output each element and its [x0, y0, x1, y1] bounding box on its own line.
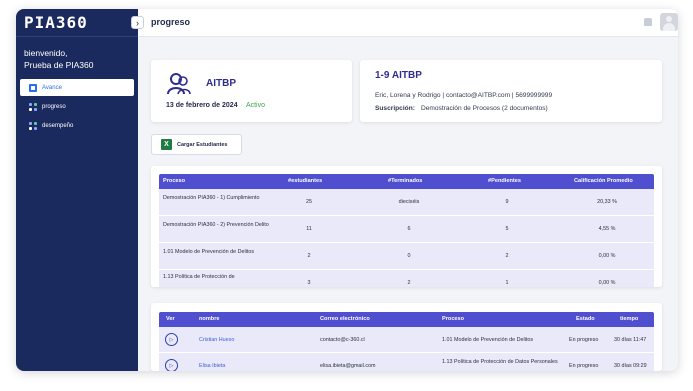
student-time: 30 días 09:29: [614, 363, 647, 369]
grid-icon: [29, 102, 37, 111]
sidebar-toggle-button[interactable]: ›: [131, 16, 144, 29]
sidebar-item-desempeno[interactable]: desempeño: [20, 117, 134, 134]
view-icon[interactable]: ▷: [165, 359, 178, 371]
column-header-estudiantes[interactable]: #estudiantes: [288, 174, 322, 189]
table-row[interactable]: Demostración PIA360 - 2) Prevención Deli…: [159, 216, 654, 243]
view-icon[interactable]: ▷: [165, 333, 178, 346]
column-header-ver[interactable]: Ver: [166, 312, 175, 327]
avatar[interactable]: [660, 13, 678, 31]
app-logo[interactable]: PIA360: [16, 9, 138, 37]
column-header-pendientes[interactable]: #Pendientes: [488, 174, 521, 189]
students-table: Ver nombre Correo electrónico Proceso Es…: [151, 303, 662, 371]
app-window: PIA360 bienvenido, Prueba de PIA360 Avan…: [16, 9, 678, 371]
student-email: contacto@c-360.cl: [320, 337, 365, 343]
grid-icon: [29, 121, 37, 130]
status-badge: Activo: [245, 102, 265, 109]
separator: ·: [240, 102, 243, 109]
sidebar-item-progreso[interactable]: progreso: [20, 98, 134, 115]
organization-meta: 13 de febrero de 2024 · Activo: [166, 102, 265, 109]
students-count: 11: [306, 226, 312, 232]
subscription-title: 1-9 AITBP: [375, 70, 422, 81]
student-status: En progreso: [569, 363, 599, 369]
subscription-value: Demostración de Procesos (2 documentos): [420, 105, 548, 112]
table-row[interactable]: 1.13 Política de Protección de 3 2 1 0,0…: [159, 270, 654, 287]
table-header: Proceso #estudiantes #Terminados #Pendie…: [159, 174, 654, 189]
table-row[interactable]: 1.01 Modelo de Prevención de Delitos 2 0…: [159, 243, 654, 270]
upload-students-label: Cargar Estudiantes: [177, 141, 228, 148]
student-time: 30 días 11:47: [614, 337, 647, 343]
sidebar-item-label: progreso: [42, 103, 66, 110]
sidebar-item-label: desempeño: [42, 122, 74, 129]
student-process: 1.13 Política de Protección de Datos Per…: [442, 359, 558, 365]
sidebar: PIA360 bienvenido, Prueba de PIA360 Avan…: [16, 9, 138, 371]
student-name-link[interactable]: Cristian Hueso: [199, 336, 234, 344]
column-header-proceso[interactable]: Proceso: [163, 174, 185, 189]
table-body: Demostración PIA360 - 1) Cumplimiento 25…: [159, 189, 654, 287]
column-header-calificacion[interactable]: Calificación Promedio: [574, 174, 633, 189]
average-grade: 20,33 %: [597, 199, 617, 205]
process-table: Proceso #estudiantes #Terminados #Pendie…: [151, 166, 662, 287]
organization-name: AITBP: [206, 78, 236, 89]
sidebar-item-label: Avance: [42, 84, 62, 91]
table-header: Ver nombre Correo electrónico Proceso Es…: [159, 312, 654, 327]
chart-icon: [29, 83, 37, 92]
excel-icon: X: [161, 139, 172, 150]
column-header-proceso[interactable]: Proceso: [442, 312, 464, 327]
process-name: Demostración PIA360 - 1) Cumplimiento: [163, 195, 260, 201]
organization-logo-icon: [167, 73, 191, 95]
student-name-link[interactable]: Elisa Ibieta: [199, 362, 225, 370]
user-name: Prueba de PIA360: [24, 60, 94, 70]
finished-count: 0: [407, 253, 411, 259]
finished-count: 6: [407, 226, 411, 232]
column-header-terminados[interactable]: #Terminados: [388, 174, 422, 189]
finished-count: 2: [407, 280, 411, 286]
welcome-message: bienvenido, Prueba de PIA360: [16, 37, 138, 71]
student-process: 1.01 Modelo de Prevención de Delitos: [442, 337, 534, 343]
notification-icon[interactable]: [644, 18, 652, 26]
subscription-card: 1-9 AITBP Eric, Lorena y Rodrigo | conta…: [360, 60, 662, 122]
contact-line: Eric, Lorena y Rodrigo | contacto@AITBP.…: [375, 92, 553, 99]
subscription-label: Suscripción:: [375, 105, 415, 112]
students-count: 25: [306, 199, 312, 205]
student-email: elisa.ibieta@gmail.com: [320, 363, 376, 369]
table-row: ▷ Cristian Hueso contacto@c-360.cl 1.01 …: [159, 327, 654, 353]
finished-count: dieciséis: [398, 199, 420, 205]
table-row[interactable]: Demostración PIA360 - 1) Cumplimiento 25…: [159, 189, 654, 216]
average-grade: 4,55 %: [598, 226, 616, 232]
students-count: 2: [307, 253, 311, 259]
process-name: Demostración PIA360 - 2) Prevención Deli…: [163, 222, 269, 228]
column-header-estado[interactable]: Estado: [576, 312, 595, 327]
table-row: ▷ Elisa Ibieta elisa.ibieta@gmail.com 1.…: [159, 353, 654, 371]
pending-count: 1: [505, 280, 509, 286]
organization-date: 13 de febrero de 2024: [166, 102, 238, 109]
process-name: 1.13 Política de Protección de: [163, 274, 235, 280]
table-body: ▷ Cristian Hueso contacto@c-360.cl 1.01 …: [159, 327, 654, 371]
average-grade: 0,00 %: [598, 280, 616, 286]
students-count: 3: [307, 280, 311, 286]
sidebar-item-avance[interactable]: Avance: [20, 79, 134, 96]
subscription-line: Suscripción: Demostración de Procesos (2 …: [375, 105, 548, 112]
column-header-nombre[interactable]: nombre: [199, 312, 220, 327]
student-status: En progreso: [569, 337, 599, 343]
average-grade: 0,00 %: [598, 253, 616, 259]
column-header-correo[interactable]: Correo electrónico: [320, 312, 370, 327]
page-title: progreso: [151, 17, 191, 27]
pending-count: 2: [505, 253, 509, 259]
top-bar: progreso: [138, 9, 678, 37]
pending-count: 9: [505, 199, 509, 205]
welcome-line: bienvenido,: [24, 48, 68, 58]
pending-count: 5: [505, 226, 509, 232]
upload-students-button[interactable]: X Cargar Estudiantes: [151, 134, 242, 155]
organization-card: AITBP 13 de febrero de 2024 · Activo: [151, 60, 352, 122]
column-header-tiempo[interactable]: tiempo: [620, 312, 638, 327]
sidebar-nav: Avance progreso desempeño: [16, 79, 138, 134]
process-name: 1.01 Modelo de Prevención de Delitos: [163, 249, 255, 255]
